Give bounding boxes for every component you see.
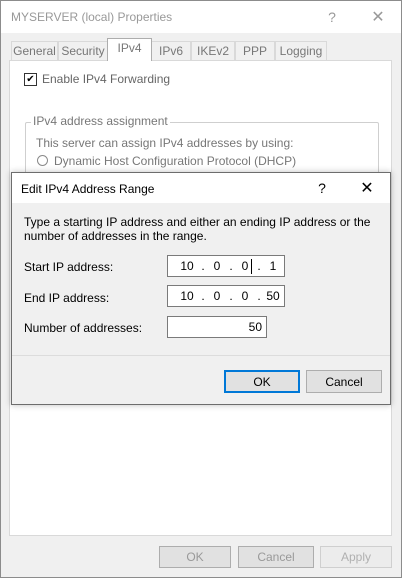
apply-button[interactable]: Apply — [320, 546, 392, 568]
dialog-cancel-button[interactable]: Cancel — [306, 370, 382, 393]
address-assignment-description: This server can assign IPv4 addresses by… — [36, 136, 294, 150]
checkmark-icon: ✔ — [26, 73, 35, 85]
dialog-titlebar: Edit IPv4 Address Range ? ✕ — [12, 173, 390, 203]
start-ip-octet-2[interactable]: 0 — [206, 259, 228, 273]
tab-ppp[interactable]: PPP — [235, 41, 275, 60]
start-ip-input[interactable]: 10 . 0 . 0 . 1 — [167, 255, 285, 277]
tab-logging[interactable]: Logging — [275, 41, 327, 60]
help-button[interactable]: ? — [309, 1, 355, 33]
tab-ipv4[interactable]: IPv4 — [107, 38, 152, 61]
start-ip-octet-3[interactable]: 0 — [234, 259, 256, 273]
address-count-label: Number of addresses: — [24, 321, 143, 335]
cancel-button[interactable]: Cancel — [238, 546, 314, 568]
tab-ikev2[interactable]: IKEv2 — [191, 41, 235, 60]
address-count-input[interactable]: 50 — [167, 316, 267, 338]
ipv4-forwarding-checkbox[interactable]: ✔ — [24, 73, 37, 86]
edit-ipv4-range-dialog: Edit IPv4 Address Range ? ✕ Type a start… — [11, 172, 391, 405]
close-icon: ✕ — [371, 9, 385, 26]
dialog-title: Edit IPv4 Address Range — [21, 182, 155, 196]
dialog-instructions: Type a starting IP address and either an… — [24, 215, 371, 243]
dialog-help-button[interactable]: ? — [299, 173, 345, 203]
ok-button[interactable]: OK — [159, 546, 231, 568]
dhcp-radio[interactable] — [37, 155, 48, 166]
text-cursor — [251, 259, 252, 274]
end-ip-octet-1[interactable]: 10 — [176, 289, 198, 303]
dhcp-label[interactable]: Dynamic Host Configuration Protocol (DHC… — [54, 154, 296, 168]
start-ip-octet-1[interactable]: 10 — [176, 259, 198, 273]
tab-security[interactable]: Security — [58, 41, 108, 60]
dialog-ok-button[interactable]: OK — [224, 370, 300, 393]
dialog-close-button[interactable]: ✕ — [344, 173, 390, 203]
tab-ipv6[interactable]: IPv6 — [151, 41, 191, 60]
end-ip-input[interactable]: 10 . 0 . 0 . 50 — [167, 285, 285, 307]
help-icon: ? — [318, 180, 326, 196]
end-ip-octet-3[interactable]: 0 — [234, 289, 256, 303]
end-ip-label: End IP address: — [24, 291, 110, 305]
window-title: MYSERVER (local) Properties — [11, 10, 173, 24]
start-ip-label: Start IP address: — [24, 260, 114, 274]
end-ip-octet-4[interactable]: 50 — [262, 289, 284, 303]
help-icon: ? — [328, 9, 336, 25]
start-ip-octet-4[interactable]: 1 — [262, 259, 284, 273]
tab-general[interactable]: General — [11, 41, 58, 60]
end-ip-octet-2[interactable]: 0 — [206, 289, 228, 303]
ipv4-forwarding-label[interactable]: Enable IPv4 Forwarding — [42, 72, 170, 86]
address-assignment-legend: IPv4 address assignment — [31, 114, 170, 128]
dialog-divider — [12, 355, 390, 356]
close-icon: ✕ — [360, 180, 374, 197]
close-button[interactable]: ✕ — [355, 1, 401, 33]
properties-titlebar: MYSERVER (local) Properties ? ✕ — [1, 1, 401, 33]
